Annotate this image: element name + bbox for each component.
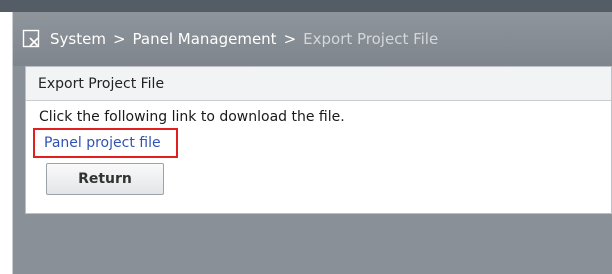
breadcrumb-separator: > [283, 30, 297, 48]
panel-title: Export Project File [26, 67, 611, 101]
breadcrumb-item-panel-management[interactable]: Panel Management [133, 30, 277, 48]
export-panel: Export Project File Click the following … [25, 66, 612, 214]
panel-project-file-link[interactable]: Panel project file [44, 135, 161, 151]
breadcrumb-item-system[interactable]: System [50, 30, 106, 48]
window-top-bar [0, 0, 612, 12]
download-instruction: Click the following link to download the… [39, 109, 345, 125]
link-highlight-box: Panel project file [33, 128, 178, 158]
breadcrumb-item-current: Export Project File [303, 30, 439, 48]
main-content: System > Panel Management > Export Proje… [13, 12, 612, 274]
return-button[interactable]: Return [46, 163, 164, 195]
export-document-icon [22, 29, 40, 48]
breadcrumb-trail: System > Panel Management > Export Proje… [50, 12, 438, 66]
breadcrumb-separator: > [112, 30, 126, 48]
sidebar-strip [0, 12, 13, 274]
breadcrumb: System > Panel Management > Export Proje… [13, 12, 612, 66]
